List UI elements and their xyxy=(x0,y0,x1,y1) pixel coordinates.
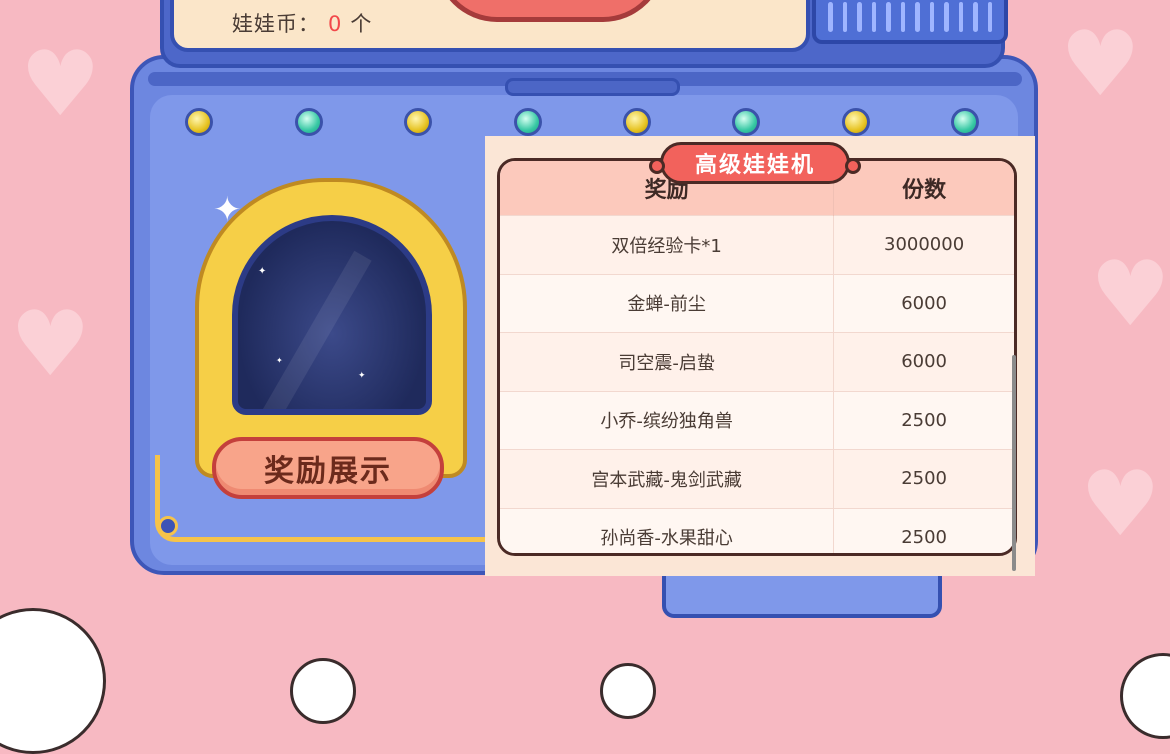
table-row: 宫本武藏-鬼剑武藏 2500 xyxy=(500,449,1014,508)
reward-scrollbar[interactable] xyxy=(1012,355,1016,571)
reward-count: 6000 xyxy=(833,332,1014,391)
reward-show-button[interactable]: 奖励展示 xyxy=(212,437,444,499)
reward-count: 2500 xyxy=(833,507,1014,553)
reward-name: 小乔-缤纷独角兽 xyxy=(500,390,835,450)
reward-count: 2500 xyxy=(833,449,1014,508)
reward-name: 金蝉-前尘 xyxy=(500,273,835,333)
reward-panel: 高级娃娃机 奖励 份数 双倍经验卡*1 3000000 金蝉-前尘 6000 司… xyxy=(485,136,1035,576)
indicator-light-icon xyxy=(842,108,870,136)
indicator-light-icon xyxy=(623,108,651,136)
heart-icon: ♥ xyxy=(10,292,91,397)
reward-name: 司空震-启蛰 xyxy=(500,332,835,391)
indicator-light-icon xyxy=(404,108,432,136)
coin-unit: 个 xyxy=(350,12,373,36)
reward-count: 3000000 xyxy=(833,215,1014,274)
reward-name: 孙尚香-水果甜心 xyxy=(500,507,835,553)
reward-table: 奖励 份数 双倍经验卡*1 3000000 金蝉-前尘 6000 司空震-启蛰 … xyxy=(500,161,1014,553)
table-row: 孙尚香-水果甜心 2500 xyxy=(500,507,1014,553)
coin-counter: 娃娃币： 0 个 xyxy=(232,8,372,38)
heart-icon: ♥ xyxy=(1090,242,1170,347)
prize-window: ✦ ✦ ✦ xyxy=(232,215,432,415)
reward-panel-title: 高级娃娃机 xyxy=(649,142,861,184)
machine-top-tab xyxy=(505,78,680,96)
table-row: 小乔-缤纷独角兽 2500 xyxy=(500,390,1014,450)
indicator-light-icon xyxy=(295,108,323,136)
table-row: 金蝉-前尘 6000 xyxy=(500,273,1014,333)
column-header-count: 份数 xyxy=(833,161,1014,216)
table-row: 司空震-启蛰 6000 xyxy=(500,332,1014,391)
indicator-light-icon xyxy=(951,108,979,136)
indicator-light-icon xyxy=(185,108,213,136)
reward-table-container[interactable]: 奖励 份数 双倍经验卡*1 3000000 金蝉-前尘 6000 司空震-启蛰 … xyxy=(497,158,1017,556)
reward-count: 6000 xyxy=(833,273,1014,333)
bottom-clouds xyxy=(0,578,1170,754)
heart-icon: ♥ xyxy=(1060,12,1141,117)
reward-name: 双倍经验卡*1 xyxy=(500,215,835,274)
machine-vent xyxy=(812,0,1008,44)
indicator-light-icon xyxy=(732,108,760,136)
pipe-joint xyxy=(158,516,178,536)
coin-label-text: 娃娃币： xyxy=(232,12,320,36)
reward-count: 2500 xyxy=(833,390,1014,450)
table-row: 双倍经验卡*1 3000000 xyxy=(500,215,1014,274)
indicator-light-icon xyxy=(514,108,542,136)
sparkle-icon: ✦ xyxy=(213,190,242,230)
heart-icon: ♥ xyxy=(20,32,101,137)
heart-icon: ♥ xyxy=(1080,452,1161,557)
coin-count-value: 0 xyxy=(328,12,343,36)
reward-name: 宫本武藏-鬼剑武藏 xyxy=(500,449,835,508)
